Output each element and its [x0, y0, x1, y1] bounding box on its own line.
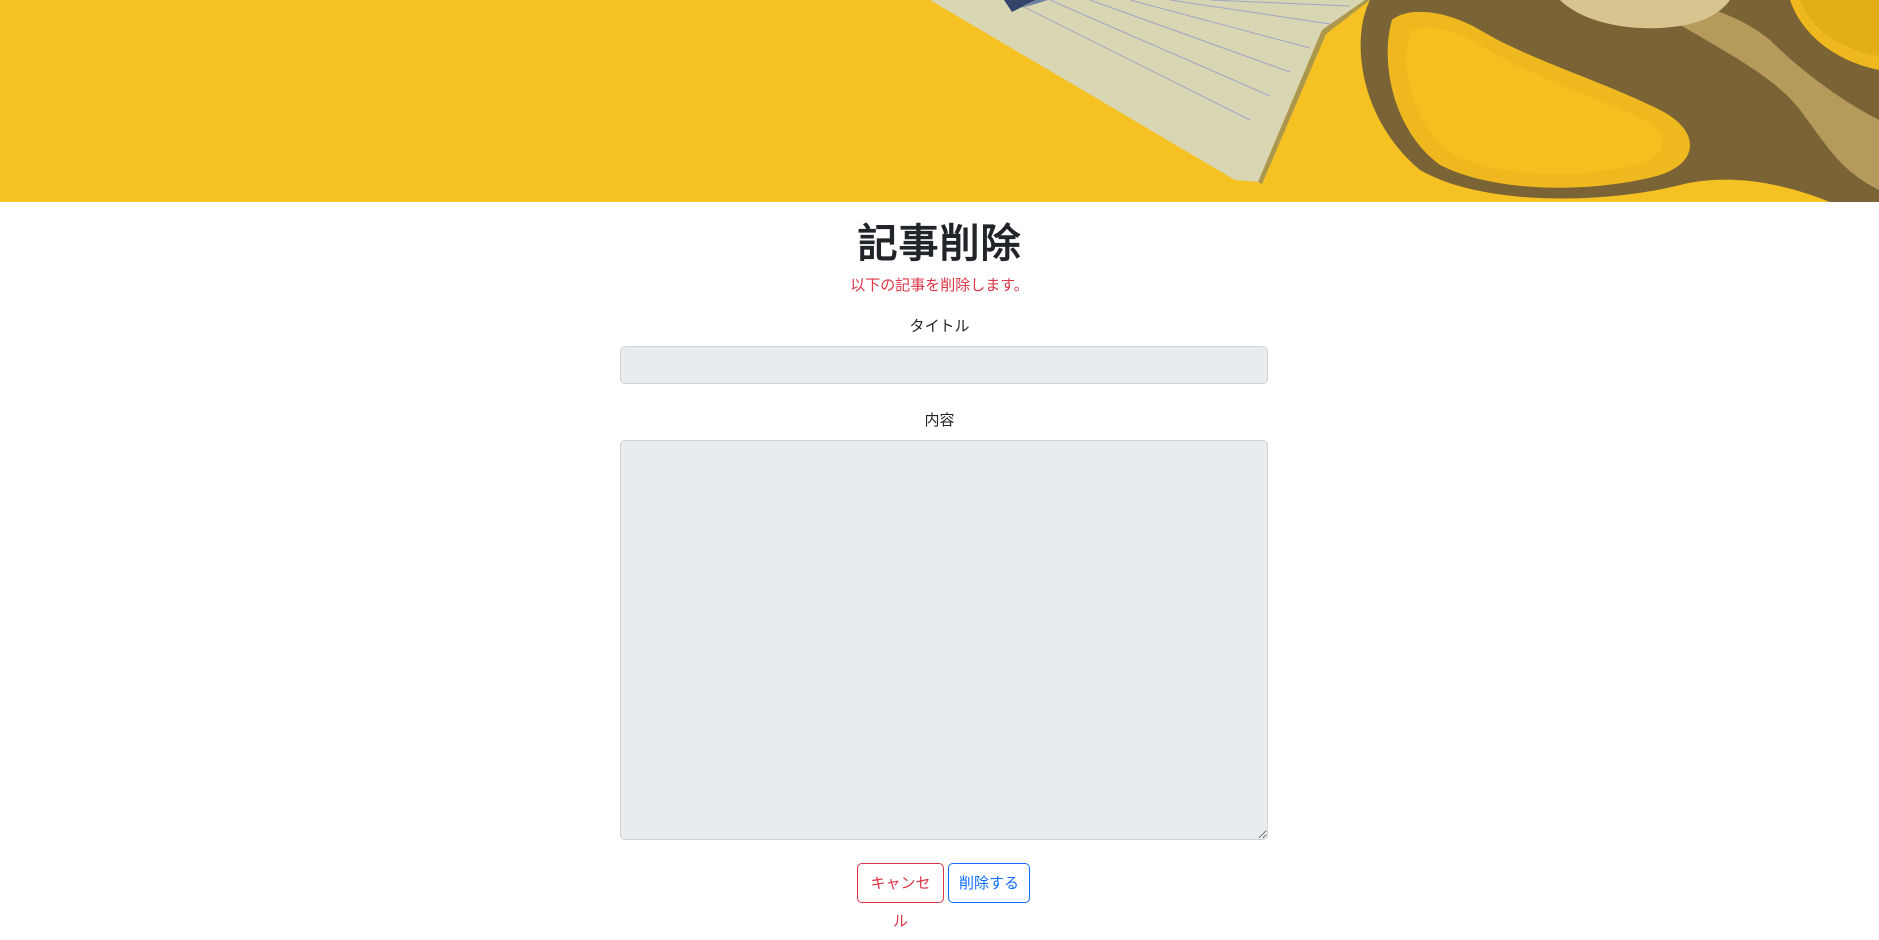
content-textarea[interactable]: [620, 440, 1268, 840]
cancel-button[interactable]: キャンセル: [857, 863, 944, 930]
content-field-label: 内容: [924, 411, 955, 429]
scissors-illustration: [1360, 0, 1879, 202]
delete-article-form-section: 記事削除 以下の記事を削除します。 タイトル 内容 キャンセル 削除する: [0, 202, 1879, 930]
banner-illustration: [0, 0, 1879, 202]
title-field-label: タイトル: [909, 317, 970, 335]
delete-button[interactable]: 削除する: [948, 863, 1030, 903]
page-title: 記事削除: [857, 221, 1022, 267]
header-banner-image: [0, 0, 1879, 202]
delete-warning-message: 以下の記事を削除します。: [850, 276, 1029, 294]
title-input[interactable]: [620, 346, 1268, 384]
